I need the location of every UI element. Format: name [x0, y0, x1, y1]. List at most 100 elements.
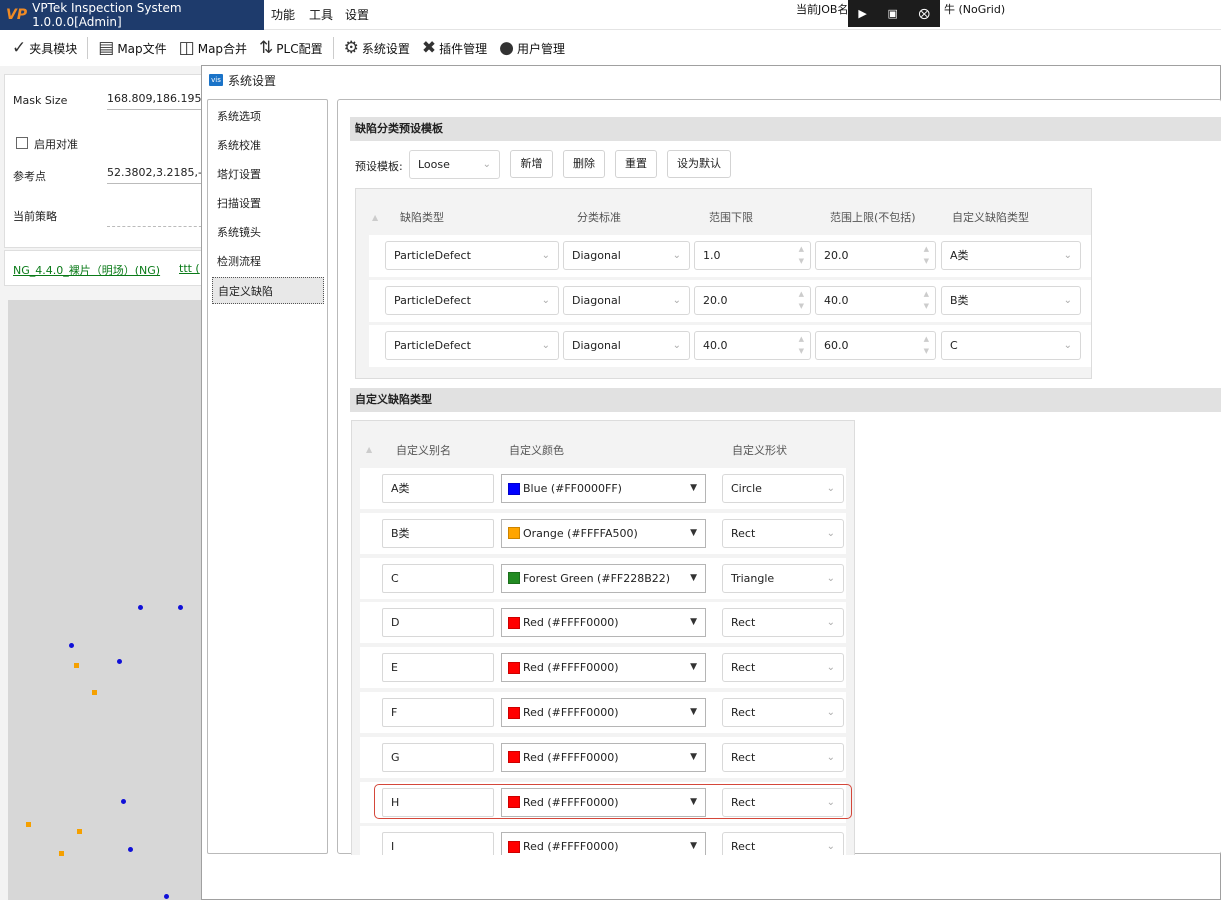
reset-preset-button[interactable]: 重置 [615, 150, 657, 178]
range-max-spinbox[interactable]: 20.0 ▲ ▼ [815, 241, 936, 270]
spin-arrows-icon[interactable]: ▲ ▼ [924, 243, 929, 267]
defect-type-combo[interactable]: ParticleDefect ⌄ [385, 241, 559, 270]
defect-type-combo[interactable]: ParticleDefect ⌄ [385, 331, 559, 360]
classification-combo[interactable]: Diagonal ⌄ [563, 286, 690, 315]
nav-item-system-calibration[interactable]: 系统校准 [212, 132, 324, 159]
menu-settings[interactable]: 设置 [345, 0, 369, 30]
header-range-min[interactable]: 范围下限 [709, 209, 753, 225]
color-picker[interactable]: Red (#FFFF0000) ▼ [501, 698, 706, 727]
main-toolbar: ✓ 夹具模块 ▤ Map文件 ◫ Map合并 ⇅ PLC配置 ⚙ 系统设置 ✖ 插件管理 ●… [0, 30, 1221, 66]
selection-highlight [374, 783, 852, 819]
range-min-spinbox[interactable]: 20.0 ▲ ▼ [694, 286, 811, 315]
header-classification[interactable]: 分类标准 [577, 209, 621, 225]
nav-item-tower-light[interactable]: 塔灯设置 [212, 161, 324, 188]
header-shape[interactable]: 自定义形状 [732, 442, 787, 458]
gear-icon: ⚙ [343, 38, 359, 58]
custom-type-value: C [950, 339, 958, 352]
system-settings-button[interactable]: ⚙ 系统设置 [338, 30, 416, 66]
header-color[interactable]: 自定义颜色 [509, 442, 564, 458]
map-file-button[interactable]: ▤ Map文件 [92, 30, 172, 66]
user-manage-button[interactable]: ● 用户管理 [493, 30, 571, 66]
shape-combo[interactable]: Rect ⌄ [722, 608, 844, 638]
range-min-spinbox[interactable]: 40.0 ▲ ▼ [694, 331, 811, 360]
spin-arrows-icon[interactable]: ▲ ▼ [799, 333, 804, 357]
shape-combo[interactable]: Triangle ⌄ [722, 563, 844, 593]
strategy-value[interactable] [107, 215, 207, 227]
menu-function[interactable]: 功能 [271, 0, 295, 30]
preset-template-combo[interactable]: Loose ⌄ [409, 150, 500, 179]
classification-combo[interactable]: Diagonal ⌄ [563, 331, 690, 360]
alias-input[interactable]: F [382, 698, 494, 727]
strategy-label: 当前策略 [13, 210, 57, 223]
color-picker[interactable]: Red (#FFFF0000) ▼ [501, 608, 706, 638]
classification-combo[interactable]: Diagonal ⌄ [563, 241, 690, 270]
minimize-window-icon[interactable]: ▣ [888, 7, 898, 20]
alias-input[interactable]: E [382, 653, 494, 683]
chevron-down-icon: ⌄ [1063, 250, 1072, 261]
vis-app-icon: vis [209, 74, 223, 86]
nav-item-inspection-flow[interactable]: 检测流程 [212, 248, 324, 275]
range-max-spinbox[interactable]: 40.0 ▲ ▼ [815, 286, 936, 315]
nav-item-system-lens[interactable]: 系统镜头 [212, 219, 324, 246]
alias-input[interactable]: G [382, 742, 494, 772]
header-defect-type[interactable]: 缺陷类型 [400, 209, 444, 225]
align-checkbox[interactable] [16, 137, 28, 149]
dialog-title-bar[interactable]: vis 系统设置 [202, 66, 1221, 94]
shape-combo[interactable]: Rect ⌄ [722, 742, 844, 772]
color-picker[interactable]: Blue (#FF0000FF) ▼ [501, 474, 706, 503]
range-max-spinbox[interactable]: 60.0 ▲ ▼ [815, 331, 936, 360]
shape-combo[interactable]: Rect ⌄ [722, 518, 844, 548]
shape-value: Rect [731, 526, 756, 540]
header-range-max[interactable]: 范围上限(不包括) [830, 209, 916, 225]
app-title: VPTek Inspection System 1.0.0.0[Admin] [32, 1, 182, 29]
close-icon[interactable]: ⨂ [919, 7, 930, 20]
menu-tools[interactable]: 工具 [309, 0, 333, 30]
header-custom-type[interactable]: 自定义缺陷类型 [952, 209, 1029, 225]
spin-arrows-icon[interactable]: ▲ ▼ [799, 288, 804, 312]
defect-type-combo[interactable]: ParticleDefect ⌄ [385, 286, 559, 315]
color-picker[interactable]: Red (#FFFF0000) ▼ [501, 742, 706, 772]
custom-type-combo[interactable]: C ⌄ [941, 331, 1081, 360]
shape-combo[interactable]: Circle ⌄ [722, 474, 844, 503]
nav-item-system-options[interactable]: 系统选项 [212, 103, 324, 130]
delete-preset-button[interactable]: 删除 [563, 150, 605, 178]
spin-arrows-icon[interactable]: ▲ ▼ [799, 243, 804, 267]
header-alias[interactable]: 自定义别名 [396, 442, 451, 458]
dropdown-arrow-icon: ▼ [690, 707, 697, 717]
shape-combo[interactable]: Rect ⌄ [722, 698, 844, 727]
alias-input[interactable]: D [382, 608, 494, 638]
set-default-button[interactable]: 设为默认 [667, 150, 731, 178]
range-min-spinbox[interactable]: 1.0 ▲ ▼ [694, 241, 811, 270]
ttt-strategy-link[interactable]: ttt ( [179, 262, 200, 275]
shape-combo[interactable]: Rect ⌄ [722, 832, 844, 855]
custom-type-combo[interactable]: A类 ⌄ [941, 241, 1081, 270]
shape-combo[interactable]: Rect ⌄ [722, 653, 844, 683]
mask-size-value[interactable]: 168.809,186.1954 [107, 92, 207, 110]
plugin-manage-button[interactable]: ✖ 插件管理 [416, 30, 493, 66]
color-picker[interactable]: Forest Green (#FF228B22) ▼ [501, 563, 706, 593]
cursor-icon[interactable]: ▶ [858, 7, 866, 20]
spin-arrows-icon[interactable]: ▲ ▼ [924, 288, 929, 312]
color-picker[interactable]: Red (#FFFF0000) ▼ [501, 653, 706, 683]
spin-arrows-icon[interactable]: ▲ ▼ [924, 333, 929, 357]
alias-input[interactable]: I [382, 832, 494, 855]
user-manage-label: 用户管理 [516, 41, 565, 56]
chevron-down-icon: ⌄ [826, 841, 835, 853]
ng-strategy-link[interactable]: NG_4.4.0_裸片（明场）(NG) [13, 262, 160, 278]
map-merge-button[interactable]: ◫ Map合并 [173, 30, 253, 66]
reference-point-value[interactable]: 52.3802,3.2185,-9 [107, 166, 207, 184]
custom-type-combo[interactable]: B类 ⌄ [941, 286, 1081, 315]
nav-item-custom-defect[interactable]: 自定义缺陷 [212, 277, 324, 304]
plc-config-button[interactable]: ⇅ PLC配置 [253, 30, 329, 66]
nav-item-scan-settings[interactable]: 扫描设置 [212, 190, 324, 217]
alias-input[interactable]: A类 [382, 474, 494, 503]
alias-input[interactable]: B类 [382, 518, 494, 548]
fixture-module-button[interactable]: ✓ 夹具模块 [6, 30, 83, 66]
chevron-down-icon: ⌄ [826, 751, 835, 763]
user-icon: ● [499, 38, 514, 58]
color-picker[interactable]: Red (#FFFF0000) ▼ [501, 832, 706, 855]
wafer-map-view[interactable] [8, 300, 204, 900]
add-preset-button[interactable]: 新增 [510, 150, 553, 178]
color-picker[interactable]: Orange (#FFFFA500) ▼ [501, 518, 706, 548]
alias-input[interactable]: C [382, 563, 494, 593]
